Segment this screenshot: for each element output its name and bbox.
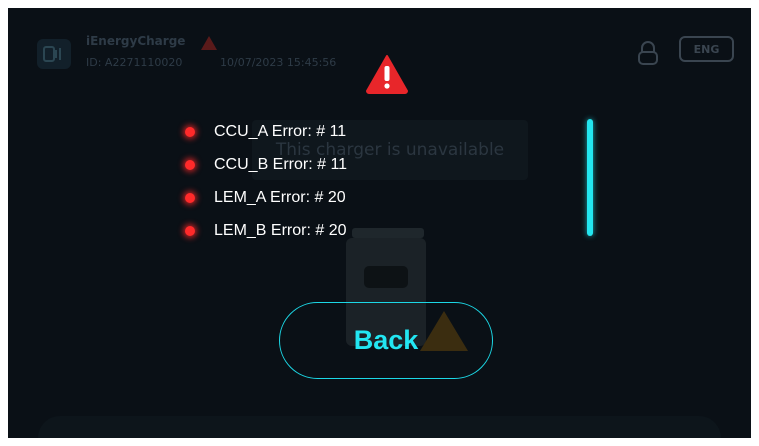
error-dot-icon	[185, 225, 195, 236]
error-item: LEM_A Error: # 20	[180, 181, 560, 214]
charger-screen: iEnergyCharge ID: A2271110020 10/07/2023…	[8, 8, 751, 438]
error-list-scrollbar[interactable]	[587, 119, 593, 236]
language-button[interactable]: ENG	[679, 36, 734, 62]
error-label: CCU_A Error: # 11	[214, 122, 347, 140]
bottom-bar	[38, 416, 721, 438]
error-label: LEM_B Error: # 20	[214, 221, 347, 239]
warning-icon	[366, 55, 408, 94]
error-item: CCU_B Error: # 11	[180, 148, 560, 181]
device-id: ID: A2271110020	[86, 56, 183, 69]
warning-small-icon	[201, 36, 217, 50]
error-item: LEM_B Error: # 20	[180, 214, 560, 247]
error-label: LEM_A Error: # 20	[214, 188, 346, 206]
lock-icon[interactable]	[635, 40, 661, 70]
error-dot-icon	[185, 159, 195, 170]
error-dot-icon	[185, 126, 195, 137]
date-time: 10/07/2023 15:45:56	[220, 56, 337, 69]
error-item: CCU_A Error: # 11	[180, 115, 560, 148]
error-dot-icon	[185, 192, 195, 203]
brand-name: iEnergyCharge	[86, 34, 186, 48]
error-label: CCU_B Error: # 11	[214, 155, 348, 173]
charger-logo-icon	[37, 39, 71, 69]
back-button[interactable]: Back	[279, 302, 493, 379]
error-list: CCU_A Error: # 11 CCU_B Error: # 11 LEM_…	[180, 115, 560, 247]
